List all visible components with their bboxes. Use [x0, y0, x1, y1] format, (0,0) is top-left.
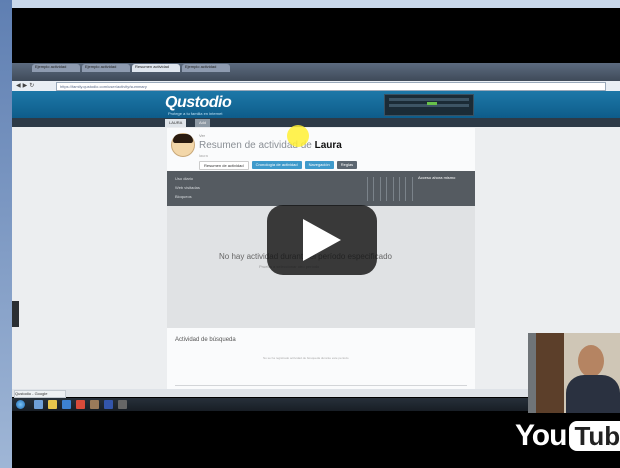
user-tab-laura[interactable]: LAURA — [165, 119, 187, 127]
tab-summary[interactable]: Resumen de actividad — [199, 161, 249, 170]
top-frame — [12, 0, 620, 8]
play-button[interactable] — [267, 205, 377, 275]
app-icon[interactable] — [104, 400, 113, 409]
explorer-icon[interactable] — [34, 400, 43, 409]
graph-legend: Acceso ahora mismo — [418, 175, 456, 180]
cursor-highlight — [287, 125, 309, 147]
qustodio-logo[interactable]: Qustodio — [165, 94, 232, 112]
tab-rules[interactable]: Reglas — [336, 161, 358, 169]
divider — [175, 385, 467, 386]
folder-icon[interactable] — [48, 400, 57, 409]
page-title: Resumen de actividad de Laura — [199, 140, 342, 151]
start-button[interactable] — [16, 400, 25, 409]
play-icon — [303, 219, 341, 261]
qustodio-header: Qustodio Protege a tu familia en interne… — [12, 91, 620, 118]
user-tab-add[interactable]: Add — [195, 119, 211, 127]
graph-row-label: Bloqueos — [175, 194, 192, 199]
browser-tab[interactable]: Ejemplo actividad — [32, 64, 80, 72]
taskbar-icons — [34, 400, 127, 409]
youtube-logo[interactable]: You Tube — [515, 419, 620, 452]
chrome-icon[interactable] — [76, 400, 85, 409]
account-box[interactable] — [384, 94, 474, 116]
browser-tabstrip: Ejemplo actividad Ejemplo actividad Resu… — [12, 63, 620, 81]
window-item[interactable]: Qustodio - Google — [14, 390, 66, 398]
nav-buttons[interactable]: ◀▶↻ — [16, 82, 36, 89]
user-tabs: LAURA Add — [12, 118, 620, 127]
graph-row-label: Uso diario — [175, 176, 194, 181]
graph-row-label: Web visitadas — [175, 185, 200, 190]
title-name: Laura — [314, 140, 342, 151]
video-player[interactable]: Ejemplo actividad Ejemplo actividad Resu… — [12, 8, 620, 468]
ie-icon[interactable] — [62, 400, 71, 409]
profile-subname: laura — [199, 153, 208, 158]
status-indicator — [427, 102, 437, 105]
browser-tab[interactable]: Ejemplo actividad — [182, 64, 230, 72]
logo-tagline: Protege a tu familia en internet — [168, 111, 223, 116]
activity-graph: Uso diario Web visitadas Bloqueos Acceso… — [167, 171, 475, 206]
desktop-background-left — [0, 0, 12, 468]
graph-bars — [367, 177, 415, 201]
avatar — [171, 133, 195, 157]
address-bar: ◀▶↻ https://family.qustodio.com/user/act… — [12, 81, 620, 91]
section-subtitle: No se ha registrado actividad de búsqued… — [263, 356, 349, 360]
url-field[interactable]: https://family.qustodio.com/user/activit… — [56, 82, 606, 91]
tab-navigation[interactable]: Navegación — [304, 161, 334, 169]
recorder-icon[interactable] — [118, 400, 127, 409]
image-icon[interactable] — [90, 400, 99, 409]
webcam-overlay — [528, 333, 620, 413]
tab-timeline[interactable]: Cronología de actividad — [251, 161, 302, 169]
browser-tab[interactable]: Ejemplo actividad — [82, 64, 130, 72]
browser-tab-active[interactable]: Resumen actividad — [132, 64, 180, 72]
feedback-widget[interactable] — [12, 301, 19, 327]
section-title: Actividad de búsqueda — [175, 337, 236, 343]
activity-tabs: Resumen de actividad Cronología de activ… — [199, 161, 358, 170]
breadcrumb[interactable]: Ver — [199, 133, 205, 138]
